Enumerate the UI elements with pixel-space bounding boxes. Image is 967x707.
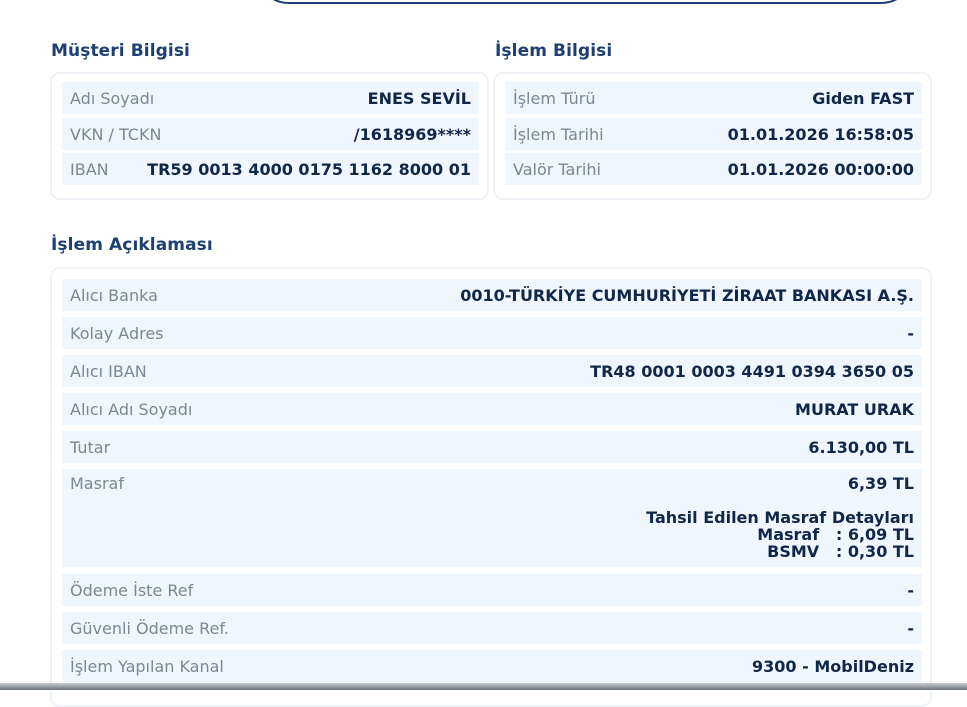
row-label: IBAN (70, 159, 109, 179)
row-label: İşlem Tarihi (513, 124, 604, 144)
row-value: Giden FAST (812, 88, 914, 108)
row-value: - (907, 618, 914, 638)
row-value: /1618969**** (353, 124, 471, 144)
row-label: Güvenli Ödeme Ref. (70, 618, 229, 638)
row-value: 6.130,00 TL (808, 437, 914, 457)
transaction-row-type: İşlem Türü Giden FAST (505, 82, 922, 114)
description-title: İşlem Açıklaması (51, 235, 213, 255)
row-value: - (907, 323, 914, 343)
transaction-row-date: İşlem Tarihi 01.01.2026 16:58:05 (505, 118, 922, 150)
customer-info-card: Adı Soyadı ENES SEVİL VKN / TCKN /161896… (50, 72, 489, 200)
top-action-pill[interactable] (255, 0, 915, 4)
fee-detail-line: Masraf : 6,09 TL (757, 525, 914, 544)
row-label: Alıcı IBAN (70, 361, 147, 381)
row-label: Alıcı Banka (70, 285, 158, 305)
row-value: ENES SEVİL (367, 88, 471, 108)
customer-row-iban: IBAN TR59 0013 4000 0175 1162 8000 01 (62, 153, 479, 185)
row-value: 0010-TÜRKİYE CUMHURİYETİ ZİRAAT BANKASI … (460, 285, 914, 305)
row-value: TR59 0013 4000 0175 1162 8000 01 (147, 159, 471, 179)
row-label: Adı Soyadı (70, 88, 155, 108)
row-label: Ödeme İste Ref (70, 580, 194, 600)
row-label: VKN / TCKN (70, 124, 162, 144)
row-label: Tutar (70, 437, 111, 457)
row-label: Alıcı Adı Soyadı (70, 399, 193, 419)
transaction-info-card: İşlem Türü Giden FAST İşlem Tarihi 01.01… (493, 72, 932, 200)
transaction-row-value-date: Valör Tarihi 01.01.2026 00:00:00 (505, 153, 922, 185)
row-label: İşlem Yapılan Kanal (70, 656, 224, 676)
fee-detail-block: Tahsil Edilen Masraf Detayları Masraf : … (646, 509, 914, 560)
desc-row-receiver-iban: Alıcı IBAN TR48 0001 0003 4491 0394 3650… (62, 355, 922, 387)
customer-info-title: Müşteri Bilgisi (51, 41, 190, 61)
desc-row-easy-address: Kolay Adres - (62, 317, 922, 349)
row-value: 01.01.2026 00:00:00 (727, 159, 914, 179)
customer-row-name: Adı Soyadı ENES SEVİL (62, 82, 479, 114)
row-label: İşlem Türü (513, 88, 596, 108)
row-label: Kolay Adres (70, 323, 164, 343)
row-value: - (907, 580, 914, 600)
row-value: 9300 - MobilDeniz (752, 656, 914, 676)
desc-row-secure-payment-ref: Güvenli Ödeme Ref. - (62, 612, 922, 644)
row-value: 6,39 TL (847, 474, 914, 493)
fee-detail-line: BSMV : 0,30 TL (767, 542, 914, 561)
description-card: Alıcı Banka 0010-TÜRKİYE CUMHURİYETİ ZİR… (50, 267, 932, 707)
row-value: MURAT URAK (795, 399, 914, 419)
row-label: Valör Tarihi (513, 159, 601, 179)
bottom-edge-bar (0, 683, 967, 690)
customer-row-tckn: VKN / TCKN /1618969**** (62, 118, 479, 150)
desc-row-channel: İşlem Yapılan Kanal 9300 - MobilDeniz (62, 650, 922, 682)
desc-row-receiver-name: Alıcı Adı Soyadı MURAT URAK (62, 393, 922, 425)
desc-row-fee: Masraf 6,39 TL Tahsil Edilen Masraf Deta… (62, 469, 922, 567)
desc-row-amount: Tutar 6.130,00 TL (62, 431, 922, 463)
row-value: TR48 0001 0003 4491 0394 3650 05 (590, 361, 914, 381)
desc-row-receiver-bank: Alıcı Banka 0010-TÜRKİYE CUMHURİYETİ ZİR… (62, 279, 922, 311)
transaction-info-title: İşlem Bilgisi (495, 41, 613, 61)
fee-detail-heading: Tahsil Edilen Masraf Detayları (646, 508, 914, 527)
row-value: 01.01.2026 16:58:05 (727, 124, 914, 144)
desc-row-payment-request-ref: Ödeme İste Ref - (62, 574, 922, 606)
row-label: Masraf (70, 474, 124, 493)
